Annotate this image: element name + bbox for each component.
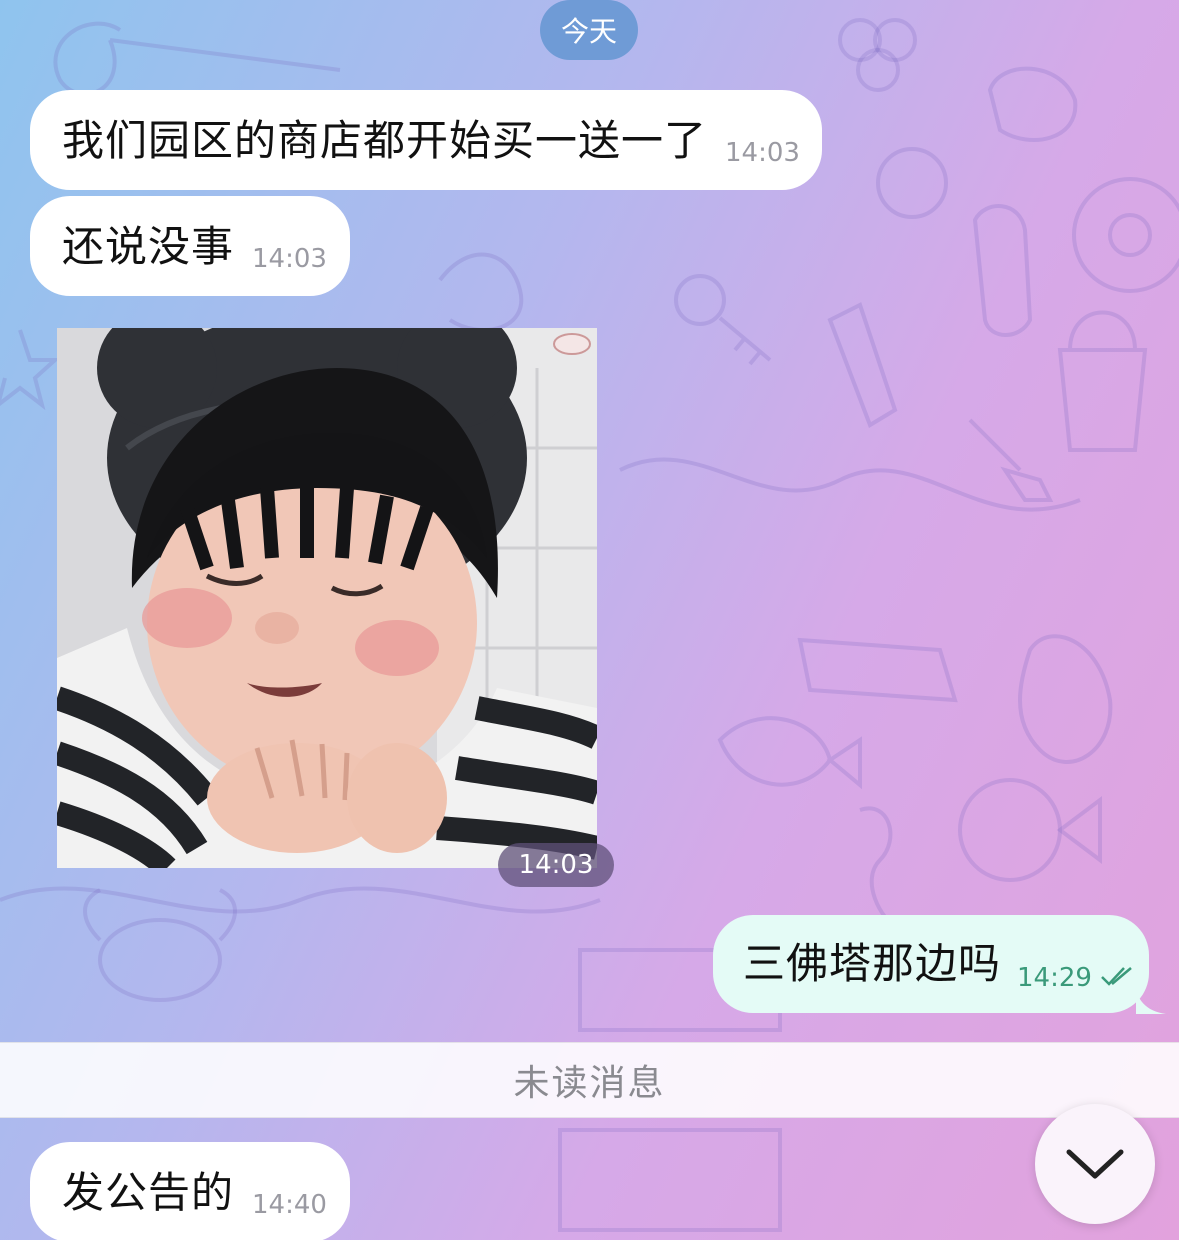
message-bubble-incoming[interactable]: 我们园区的商店都开始买一送一了 14:03	[30, 90, 822, 190]
key-doodle	[674, 274, 772, 366]
tube-doodle	[827, 302, 898, 428]
message-bubble-outgoing[interactable]: 三佛塔那边吗 14:29	[713, 915, 1149, 1013]
shell-doodle	[987, 66, 1078, 142]
shovel-doodle	[968, 418, 1054, 502]
message-time: 14:29	[1017, 963, 1092, 993]
bucket-doodle	[1057, 310, 1148, 452]
photo-image	[57, 328, 597, 868]
message-time: 14:03	[518, 850, 594, 880]
guitar-doodle	[53, 21, 341, 97]
message-text: 我们园区的商店都开始买一送一了	[62, 116, 708, 165]
chevron-down-icon	[1066, 1149, 1124, 1179]
message-time: 14:40	[252, 1190, 327, 1220]
bottle-doodle	[797, 637, 958, 703]
photo-message[interactable]	[57, 328, 597, 868]
message-text: 还说没事	[62, 222, 235, 271]
date-separator: 今天	[540, 0, 638, 60]
scroll-to-bottom-button[interactable]	[1035, 1104, 1155, 1224]
ball-doodle	[876, 147, 948, 219]
double-check-icon	[1100, 965, 1134, 991]
donut-doodle	[1072, 177, 1179, 293]
message-text: 发公告的	[62, 1168, 235, 1217]
message-text: 三佛塔那边吗	[743, 939, 1002, 988]
bird-doodle	[438, 252, 524, 332]
message-bubble-incoming[interactable]: 发公告的 14:40	[30, 1142, 350, 1242]
seahorse-doodle	[859, 806, 902, 932]
message-time: 14:03	[252, 244, 327, 274]
photo-timestamp: 14:03	[498, 843, 614, 887]
unread-label: 未读消息	[513, 1063, 666, 1104]
starfish-doodle	[0, 329, 61, 411]
fish-doodle	[717, 716, 862, 790]
unread-divider: 未读消息	[0, 1042, 1179, 1118]
bubble-tail	[1136, 990, 1166, 1014]
date-label: 今天	[560, 15, 617, 48]
crab-doodle	[83, 888, 237, 1002]
spiral-shell-doodle	[1018, 634, 1113, 764]
pufferfish-doodle	[958, 778, 1102, 882]
message-time: 14:03	[725, 138, 800, 168]
flipflop-doodle	[972, 204, 1033, 337]
clover-doodle	[838, 18, 917, 92]
message-bubble-incoming[interactable]: 还说没事 14:03	[30, 196, 350, 296]
